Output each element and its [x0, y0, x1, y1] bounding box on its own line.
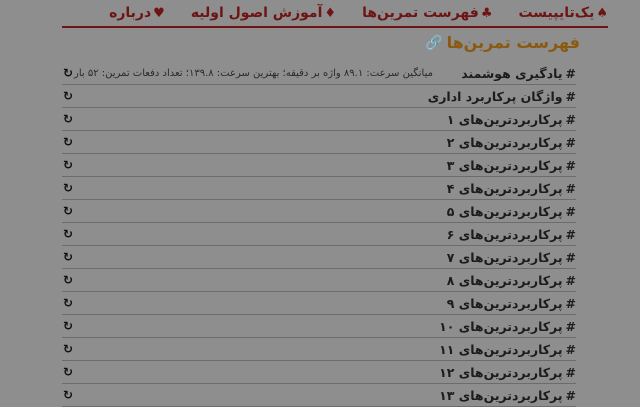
- nav-basics-label: آموزش اصول اولیه: [190, 5, 323, 21]
- refresh-icon[interactable]: ↻: [62, 384, 74, 406]
- top-nav: ♠ یک‌تایپیست ♣ فهرست تمرین‌ها ♦ آموزش اص…: [62, 0, 608, 28]
- lesson-bullet: #: [565, 318, 576, 334]
- lesson-row: # پرکاربردترین‌های ۵ ↻: [62, 200, 576, 223]
- lesson-bullet: #: [565, 88, 576, 104]
- nav-lessons-label: فهرست تمرین‌ها: [362, 5, 479, 21]
- link-icon: 🔗: [425, 34, 443, 51]
- lesson-link[interactable]: پرکاربردترین‌های ۱۳: [439, 388, 562, 403]
- lesson-bullet: #: [565, 387, 576, 403]
- lesson-bullet: #: [565, 249, 576, 265]
- page-heading: فهرست تمرین‌ها 🔗: [425, 33, 580, 52]
- lesson-row: # پرکاربردترین‌های ۷ ↻: [62, 246, 576, 269]
- lesson-row: # واژگان پرکاربرد اداری ↻: [62, 85, 576, 108]
- lesson-link[interactable]: پرکاربردترین‌های ۲: [447, 135, 563, 150]
- lesson-link[interactable]: پرکاربردترین‌های ۷: [447, 250, 563, 265]
- refresh-icon[interactable]: ↻: [62, 131, 74, 153]
- lesson-row: # پرکاربردترین‌های ۱۰ ↻: [62, 315, 576, 338]
- refresh-icon[interactable]: ↻: [62, 223, 74, 245]
- club-icon: ♣: [480, 5, 493, 21]
- lesson-list: # یادگیری هوشمند میانگین سرعت: ۸۹.۱ واژه ب…: [62, 62, 576, 407]
- lesson-row: # پرکاربردترین‌های ۴ ↻: [62, 177, 576, 200]
- lesson-link[interactable]: پرکاربردترین‌های ۱۱: [439, 342, 562, 357]
- lesson-bullet: #: [565, 65, 576, 81]
- lesson-row: # یادگیری هوشمند میانگین سرعت: ۸۹.۱ واژه ب…: [62, 62, 576, 85]
- lesson-link[interactable]: پرکاربردترین‌های ۳: [447, 158, 563, 173]
- lesson-bullet: #: [565, 157, 576, 173]
- lesson-link[interactable]: پرکاربردترین‌های ۸: [447, 273, 563, 288]
- lesson-link[interactable]: پرکاربردترین‌های ۶: [447, 227, 563, 242]
- nav-basics[interactable]: ♦ آموزش اصول اولیه: [191, 5, 336, 21]
- lesson-row: # پرکاربردترین‌های ۱ ↻: [62, 108, 576, 131]
- lesson-bullet: #: [565, 341, 576, 357]
- lesson-link[interactable]: پرکاربردترین‌های ۹: [447, 296, 563, 311]
- lesson-link[interactable]: پرکاربردترین‌های ۱۰: [439, 319, 562, 334]
- nav-about[interactable]: ♥ درباره: [109, 5, 165, 21]
- lesson-row: # پرکاربردترین‌های ۹ ↻: [62, 292, 576, 315]
- nav-home[interactable]: ♠ یک‌تایپیست: [518, 5, 608, 21]
- lesson-link[interactable]: پرکاربردترین‌های ۵: [447, 204, 563, 219]
- lesson-row: # پرکاربردترین‌های ۲ ↻: [62, 131, 576, 154]
- refresh-icon[interactable]: ↻: [62, 108, 74, 130]
- lesson-link[interactable]: یادگیری هوشمند: [461, 66, 562, 81]
- refresh-icon[interactable]: ↻: [62, 154, 74, 176]
- refresh-icon[interactable]: ↻: [62, 246, 74, 268]
- spade-icon: ♠: [596, 5, 608, 21]
- refresh-icon[interactable]: ↻: [62, 200, 74, 222]
- nav-about-label: درباره: [109, 5, 152, 21]
- lesson-link[interactable]: پرکاربردترین‌های ۴: [447, 181, 563, 196]
- lesson-link[interactable]: پرکاربردترین‌های ۱: [447, 112, 563, 127]
- lesson-row: # پرکاربردترین‌های ۱۲ ↻: [62, 361, 576, 384]
- nav-lessons[interactable]: ♣ فهرست تمرین‌ها: [362, 5, 492, 21]
- refresh-icon[interactable]: ↻: [62, 315, 74, 337]
- lesson-bullet: #: [565, 272, 576, 288]
- refresh-icon[interactable]: ↻: [62, 338, 74, 360]
- lesson-row: # پرکاربردترین‌های ۱۱ ↻: [62, 338, 576, 361]
- lesson-stats: میانگین سرعت: ۸۹.۱ واژه بر دقیقه؛ بهترین…: [74, 67, 433, 79]
- lesson-row: # پرکاربردترین‌های ۱۳ ↻: [62, 384, 576, 407]
- lesson-row: # پرکاربردترین‌های ۳ ↻: [62, 154, 576, 177]
- nav-home-label: یک‌تایپیست: [518, 5, 595, 21]
- lesson-bullet: #: [565, 134, 576, 150]
- lesson-bullet: #: [565, 226, 576, 242]
- lesson-row: # پرکاربردترین‌های ۸ ↻: [62, 269, 576, 292]
- refresh-icon[interactable]: ↻: [62, 177, 74, 199]
- lesson-link[interactable]: پرکاربردترین‌های ۱۲: [439, 365, 562, 380]
- heart-icon: ♥: [153, 5, 165, 21]
- refresh-icon[interactable]: ↻: [62, 292, 74, 314]
- lesson-link[interactable]: واژگان پرکاربرد اداری: [428, 89, 563, 104]
- refresh-icon[interactable]: ↻: [62, 361, 74, 383]
- lesson-bullet: #: [565, 111, 576, 127]
- lesson-bullet: #: [565, 180, 576, 196]
- refresh-icon[interactable]: ↻: [62, 85, 74, 107]
- diamond-icon: ♦: [324, 5, 337, 21]
- refresh-icon[interactable]: ↻: [62, 62, 74, 84]
- lesson-bullet: #: [565, 203, 576, 219]
- page-title: فهرست تمرین‌ها: [446, 33, 580, 52]
- lesson-row: # پرکاربردترین‌های ۶ ↻: [62, 223, 576, 246]
- refresh-icon[interactable]: ↻: [62, 269, 74, 291]
- lesson-bullet: #: [565, 295, 576, 311]
- lesson-bullet: #: [565, 364, 576, 380]
